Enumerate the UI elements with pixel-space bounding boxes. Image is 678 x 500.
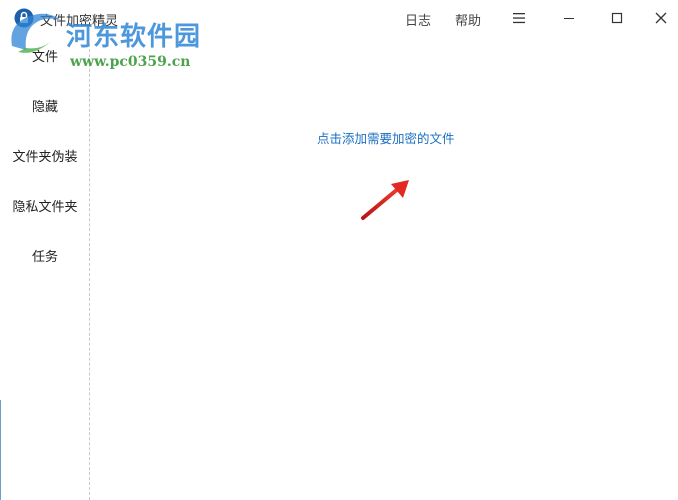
pointer-arrow-icon [361, 180, 409, 220]
menu-button[interactable] [496, 0, 542, 36]
main-panel[interactable]: 点击添加需要加密的文件 [91, 36, 678, 500]
hamburger-icon [513, 13, 525, 24]
maximize-button[interactable] [594, 0, 640, 36]
sidebar: 文件 隐藏 文件夹伪装 隐私文件夹 任务 [0, 36, 90, 500]
window-edge [0, 400, 8, 500]
close-icon [655, 12, 667, 24]
window-title: 文件加密精灵 [40, 14, 119, 29]
sidebar-item-folder-disguise[interactable]: 文件夹伪装 [0, 140, 90, 176]
help-link[interactable]: 帮助 [455, 10, 481, 29]
sidebar-item-file[interactable]: 文件 [0, 40, 90, 76]
maximize-icon [611, 12, 623, 24]
title-bar[interactable]: 文件加密精灵 日志 帮助 [0, 0, 678, 36]
lock-icon [14, 8, 34, 28]
minimize-button[interactable] [546, 0, 592, 36]
log-link[interactable]: 日志 [405, 10, 431, 29]
sidebar-item-tasks[interactable]: 任务 [0, 240, 90, 276]
sidebar-item-private-folder[interactable]: 隐私文件夹 [0, 190, 90, 226]
sidebar-divider [89, 44, 90, 500]
close-button[interactable] [644, 0, 678, 36]
minimize-icon [564, 18, 574, 19]
app-window: 文件加密精灵 日志 帮助 文件 隐藏 文件夹伪装 隐私文件夹 任务 点击添加需要… [0, 0, 678, 500]
sidebar-item-hide[interactable]: 隐藏 [0, 90, 90, 126]
add-file-link[interactable]: 点击添加需要加密的文件 [317, 128, 455, 147]
